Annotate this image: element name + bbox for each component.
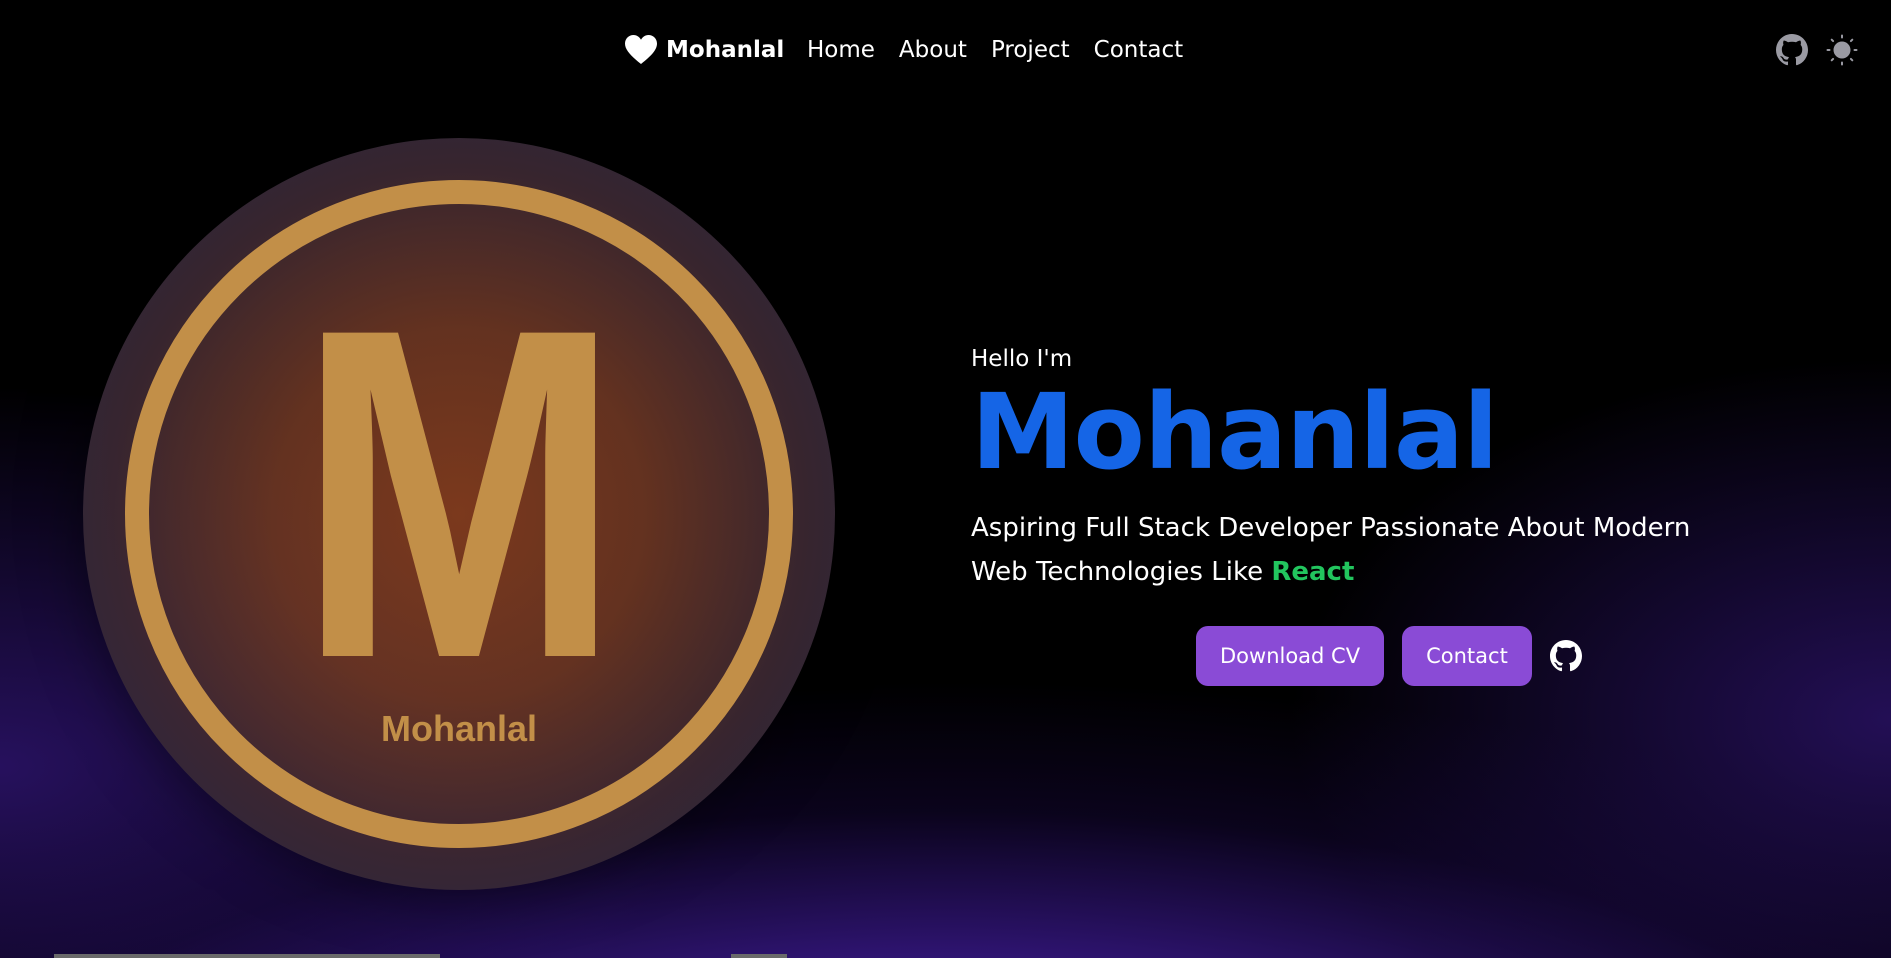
logo-letter: M: [297, 231, 621, 756]
brand-name: Mohanlal: [666, 37, 785, 63]
contact-button[interactable]: Contact: [1402, 626, 1532, 686]
tagline-highlight: React: [1271, 557, 1355, 587]
nav-link-home[interactable]: Home: [807, 37, 875, 63]
scrollbar-thumb[interactable]: [731, 954, 787, 958]
github-icon[interactable]: [1776, 34, 1808, 66]
navbar: Mohanlal Home About Project Contact: [0, 0, 1891, 100]
heart-icon: [624, 33, 658, 67]
nav-link-contact[interactable]: Contact: [1094, 37, 1183, 63]
github-icon[interactable]: [1549, 640, 1582, 672]
logo-caption: Mohanlal: [381, 708, 537, 749]
nav-actions: [1776, 30, 1858, 70]
hero-actions: Download CV Contact: [1196, 626, 1582, 686]
nav-links: Home About Project Contact: [807, 30, 1183, 70]
nav-link-project[interactable]: Project: [991, 37, 1070, 63]
download-cv-button[interactable]: Download CV: [1196, 626, 1385, 686]
greeting-text: Hello I'm: [971, 346, 1073, 372]
hero-name: Mohanlal: [971, 371, 1499, 493]
tagline: Aspiring Full Stack Developer Passionate…: [971, 506, 1751, 594]
hero-intro: Hello I'm Mohanlal Aspiring Full Stack D…: [971, 346, 1751, 594]
scrollbar-track[interactable]: [54, 954, 440, 958]
sun-icon[interactable]: [1826, 34, 1858, 66]
brand-link[interactable]: Mohanlal: [624, 30, 784, 70]
profile-logo: M Mohanlal: [83, 138, 835, 890]
nav-link-about[interactable]: About: [899, 37, 967, 63]
